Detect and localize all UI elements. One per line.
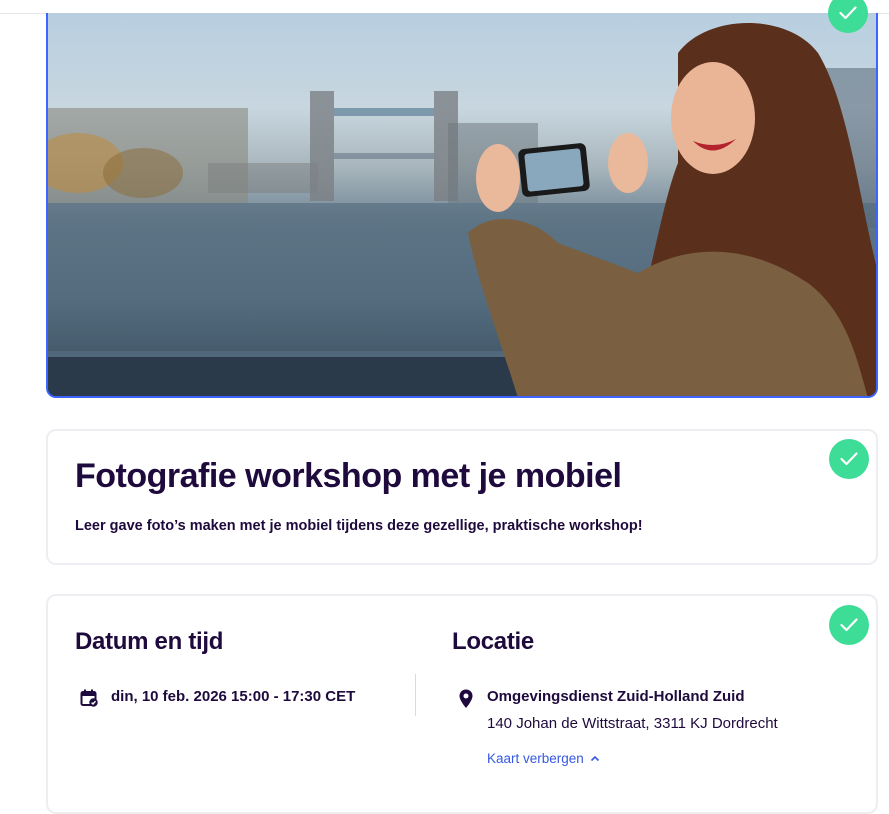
event-summary: Leer gave foto’s maken met je mobiel tij… (75, 518, 643, 534)
event-datetime: din, 10 feb. 2026 15:00 - 17:30 CET (111, 688, 356, 705)
hide-map-label: Kaart verbergen (487, 751, 584, 766)
date-location-card: Datum en tijd din, 10 feb. 2026 15:00 - … (46, 594, 878, 814)
datetime-heading: Datum en tijd (75, 628, 224, 655)
check-icon (829, 439, 869, 479)
venue-address: 140 Johan de Wittstraat, 3311 KJ Dordrec… (487, 715, 778, 732)
top-border (0, 0, 889, 14)
event-title: Fotografie workshop met je mobiel (75, 457, 622, 495)
event-title-card: Fotografie workshop met je mobiel Leer g… (46, 429, 878, 565)
chevron-up-icon (590, 755, 599, 762)
calendar-check-icon (79, 688, 99, 713)
hide-map-link[interactable]: Kaart verbergen (487, 751, 600, 766)
map-pin-icon (459, 689, 473, 714)
check-icon (829, 605, 869, 645)
hero-photo-illustration (48, 23, 876, 396)
location-heading: Locatie (452, 628, 534, 655)
event-hero-image (46, 13, 878, 398)
column-divider (415, 674, 416, 716)
venue-name: Omgevingsdienst Zuid-Holland Zuid (487, 688, 745, 705)
